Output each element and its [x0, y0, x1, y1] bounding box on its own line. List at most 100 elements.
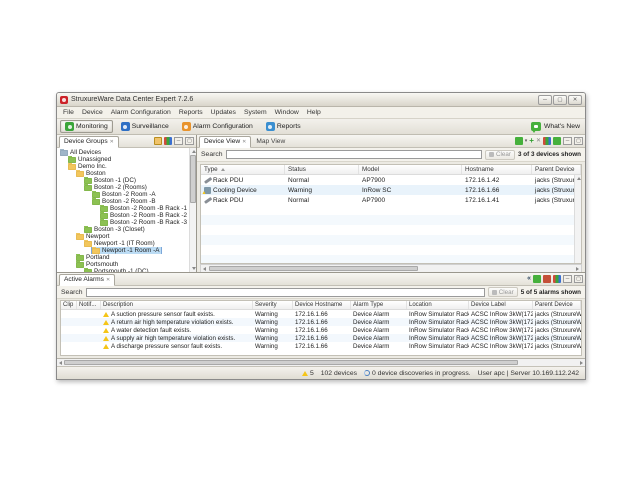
minimize-panel-icon[interactable]: ─ — [563, 137, 572, 145]
menu-updates[interactable]: Updates — [207, 109, 240, 116]
tree-item[interactable]: Boston -2 Room -A — [57, 191, 196, 198]
clear-search-button[interactable]: Clear — [488, 287, 518, 297]
tree-item[interactable]: Boston -2 Room -B Rack -1 — [57, 205, 196, 212]
titlebar[interactable]: StruxureWare Data Center Expert 7.2.6 ─ … — [57, 93, 585, 107]
tree-item[interactable]: Portsmouth -1 (DC) — [57, 268, 196, 272]
column-location[interactable]: Location — [407, 301, 469, 309]
scroll-up-icon[interactable] — [577, 177, 581, 180]
column-device-label[interactable]: Device Label — [469, 301, 533, 309]
scroll-right-icon[interactable] — [576, 267, 579, 271]
tree-item[interactable]: Boston -2 Room -B Rack -3 — [57, 219, 196, 226]
column-notification[interactable]: Notif... — [77, 301, 101, 309]
collapse-left-icon[interactable]: « — [527, 275, 531, 283]
chart-icon[interactable] — [543, 137, 551, 145]
scroll-left-icon[interactable] — [59, 361, 62, 365]
device-alarm-icon[interactable] — [533, 275, 541, 283]
device-search-input[interactable] — [226, 150, 482, 159]
tab-device-groups[interactable]: Device Groups ✕ — [59, 136, 119, 148]
alarm-row[interactable]: A supply air high temperature violation … — [61, 334, 581, 342]
tab-map-view[interactable]: Map View — [251, 136, 290, 148]
clear-search-button[interactable]: Clear — [485, 150, 515, 160]
close-tab-icon[interactable]: ✕ — [242, 139, 246, 145]
menu-window[interactable]: Window — [271, 109, 303, 116]
column-hostname[interactable]: Hostname — [462, 165, 532, 174]
column-parent-device[interactable]: Parent Device — [532, 165, 581, 174]
close-tab-icon[interactable]: ✕ — [110, 139, 114, 145]
menu-help[interactable]: Help — [303, 109, 325, 116]
scroll-thumb[interactable] — [190, 155, 196, 203]
tree-item[interactable]: Newport -1 (IT Room) — [57, 240, 196, 247]
tree-item[interactable]: Portland — [57, 254, 196, 261]
scroll-down-icon[interactable] — [192, 267, 196, 270]
device-row[interactable]: Cooling Device Warning InRow SC 172.16.1… — [201, 185, 581, 195]
alarm-row[interactable]: A suction pressure sensor fault exists. … — [61, 310, 581, 318]
device-row[interactable]: Rack PDU Normal AP7900 172.16.1.42 jacks… — [201, 175, 581, 185]
warning-summary[interactable]: 5 — [302, 370, 314, 377]
column-alarm-type[interactable]: Alarm Type — [351, 301, 407, 309]
tree-item[interactable]: Newport — [57, 233, 196, 240]
device-table-scrollbar[interactable] — [574, 175, 581, 263]
column-status[interactable]: Status — [285, 165, 359, 174]
alarm-hscrollbar[interactable] — [57, 359, 585, 367]
close-tab-icon[interactable]: ✕ — [106, 277, 110, 283]
column-type[interactable]: Type — [201, 165, 285, 174]
menu-reports[interactable]: Reports — [175, 109, 207, 116]
tree-item[interactable]: Boston -2 (Rooms) — [57, 184, 196, 191]
remove-device-icon[interactable]: ✕ — [536, 137, 541, 145]
tree-item[interactable]: Boston -1 (DC) — [57, 177, 196, 184]
scroll-left-icon[interactable] — [203, 267, 206, 271]
tree-scrollbar[interactable] — [189, 148, 196, 272]
column-parent-device[interactable]: Parent Device — [533, 301, 581, 309]
chart-icon[interactable] — [164, 137, 172, 145]
maximize-button[interactable]: ▢ — [553, 95, 567, 105]
alarm-search-input[interactable] — [86, 288, 485, 297]
alarm-history-icon[interactable] — [543, 275, 551, 283]
perspective-monitoring[interactable]: Monitoring — [60, 120, 113, 133]
maximize-panel-icon[interactable]: ▢ — [185, 137, 194, 145]
tree-item[interactable]: Boston -2 Room -B Rack -2 — [57, 212, 196, 219]
alarm-row[interactable]: A return air high temperature violation … — [61, 318, 581, 326]
device-row[interactable]: Rack PDU Normal AP7900 172.16.1.41 jacks… — [201, 195, 581, 205]
column-severity[interactable]: Severity — [253, 301, 293, 309]
dropdown-icon[interactable]: ▾ — [525, 138, 528, 144]
scroll-up-icon[interactable] — [192, 150, 196, 153]
column-model[interactable]: Model — [359, 165, 462, 174]
scroll-thumb[interactable] — [64, 360, 518, 365]
maximize-panel-icon[interactable]: ▢ — [574, 137, 583, 145]
scroll-thumb[interactable] — [209, 266, 418, 271]
tree-item[interactable]: Unassigned — [57, 156, 196, 163]
menu-device[interactable]: Device — [78, 109, 107, 116]
add-group-icon[interactable] — [154, 137, 162, 145]
tree-item-selected[interactable]: Newport -1 Room -A — [57, 247, 196, 254]
tree-item[interactable]: Boston — [57, 170, 196, 177]
maximize-panel-icon[interactable]: ▢ — [574, 275, 583, 283]
column-clip[interactable]: Clip — [61, 301, 77, 309]
whats-new-button[interactable]: What's New — [531, 122, 582, 131]
column-device-hostname[interactable]: Device Hostname — [293, 301, 351, 309]
tab-device-view[interactable]: Device View ✕ — [199, 136, 251, 148]
tree-item[interactable]: Portsmouth — [57, 261, 196, 268]
close-button[interactable]: ✕ — [568, 95, 582, 105]
minimize-panel-icon[interactable]: ─ — [174, 137, 183, 145]
tree-item-all-devices[interactable]: All Devices — [57, 149, 196, 156]
add-device-icon[interactable]: + — [529, 137, 534, 145]
menu-system[interactable]: System — [240, 109, 271, 116]
perspective-surveillance[interactable]: Surveillance — [116, 120, 174, 133]
perspective-alarm-configuration[interactable]: Alarm Configuration — [177, 120, 258, 133]
minimize-button[interactable]: ─ — [538, 95, 552, 105]
alarm-row[interactable]: A water detection fault exists. Warning … — [61, 326, 581, 334]
menu-file[interactable]: File — [59, 109, 78, 116]
export-icon[interactable] — [553, 137, 561, 145]
column-description[interactable]: Description — [101, 301, 253, 309]
tab-active-alarms[interactable]: Active Alarms ✕ — [59, 274, 115, 286]
alarm-row[interactable]: A discharge pressure sensor fault exists… — [61, 342, 581, 350]
tree-item[interactable]: Demo Inc. — [57, 163, 196, 170]
tree-item[interactable]: Boston -3 (Closet) — [57, 226, 196, 233]
scroll-right-icon[interactable] — [580, 361, 583, 365]
chart-icon[interactable] — [553, 275, 561, 283]
view-menu-icon[interactable] — [515, 137, 523, 145]
perspective-reports[interactable]: Reports — [261, 120, 306, 133]
device-table-hscrollbar[interactable] — [200, 264, 582, 272]
minimize-panel-icon[interactable]: ─ — [563, 275, 572, 283]
menu-alarm-configuration[interactable]: Alarm Configuration — [107, 109, 175, 116]
